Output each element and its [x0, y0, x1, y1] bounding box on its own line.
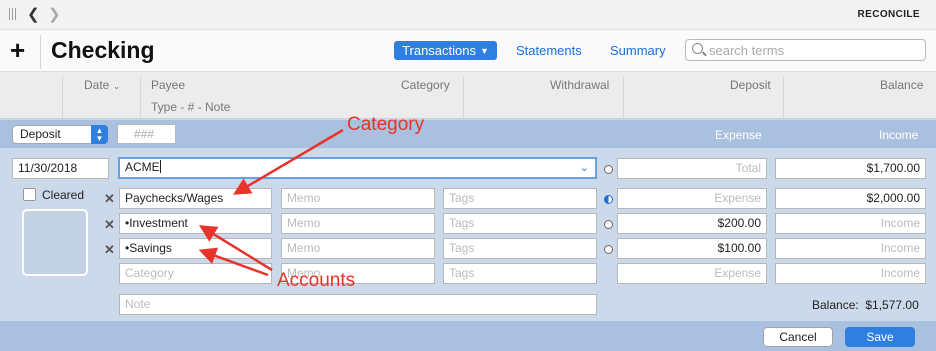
column-category[interactable]: Category	[401, 78, 450, 92]
new-split-category-field[interactable]: Category	[119, 263, 272, 284]
add-transaction-button[interactable]: +	[10, 35, 25, 65]
split-type-radio[interactable]	[604, 245, 613, 254]
tab-transactions-label: Transactions	[402, 43, 476, 58]
reconcile-button[interactable]: RECONCILE	[858, 9, 921, 20]
new-split-tags-field[interactable]: Tags	[443, 263, 597, 284]
payee-value: ACME	[125, 160, 160, 174]
note-field[interactable]: Note	[119, 294, 597, 315]
chevron-down-icon: ⌄	[112, 81, 121, 91]
column-date-label: Date	[84, 78, 110, 92]
split-expense-field[interactable]: Expense	[617, 188, 767, 209]
search-icon	[692, 43, 703, 54]
category-annotation: Category	[347, 114, 425, 135]
tab-summary[interactable]: Summary	[610, 43, 666, 58]
accounts-annotation: Accounts	[277, 270, 356, 291]
header-divider	[40, 35, 41, 69]
page-title: Checking	[51, 37, 155, 63]
split-memo-field[interactable]: Memo	[281, 238, 435, 259]
account-header: + Checking Transactions ▼ Statements Sum…	[0, 31, 936, 71]
date-field[interactable]: 11/30/2018	[12, 158, 109, 179]
cleared-label: Cleared	[42, 188, 85, 202]
text-caret	[159, 160, 161, 173]
column-divider	[62, 76, 63, 118]
chevron-down-icon: ▼	[480, 45, 489, 56]
cancel-button[interactable]: Cancel	[763, 327, 833, 347]
chevron-down-icon[interactable]: ⌄	[580, 160, 589, 177]
split-memo-field[interactable]: Memo	[281, 213, 435, 234]
split-expense-field[interactable]: $100.00	[617, 238, 767, 259]
running-balance: Balance: $1,577.00	[812, 298, 919, 312]
new-split-income-field[interactable]: Income	[775, 263, 926, 284]
back-icon[interactable]: ❮	[27, 5, 40, 23]
split-income-field[interactable]: Income	[775, 238, 926, 259]
attachment-well[interactable]	[22, 209, 88, 276]
search-box[interactable]	[685, 39, 926, 61]
column-type-num-note: Type - # - Note	[151, 100, 231, 114]
split-tags-field[interactable]: Tags	[443, 188, 597, 209]
transaction-type-select[interactable]: Deposit ▲ ▼	[12, 125, 108, 144]
tab-transactions[interactable]: Transactions ▼	[394, 41, 497, 60]
sidebar-toggle-icon[interactable]	[9, 8, 19, 20]
split-category-field[interactable]: Paychecks/Wages	[119, 188, 272, 209]
stepper-icon: ▲ ▼	[91, 125, 108, 144]
balance-label: Balance:	[812, 298, 859, 312]
column-date[interactable]: Date ⌄	[84, 78, 120, 92]
top-toolbar: ❮ ❯ RECONCILE	[0, 0, 936, 30]
new-split-expense-field[interactable]: Expense	[617, 263, 767, 284]
column-headers: Date ⌄ Payee Type - # - Note Category Wi…	[0, 71, 936, 119]
column-payee[interactable]: Payee	[151, 78, 185, 92]
payee-field[interactable]: ACME ⌄	[118, 157, 597, 179]
split-income-field[interactable]: $2,000.00	[775, 188, 926, 209]
income-column-label: Income	[879, 128, 919, 142]
remove-split-icon[interactable]: ✕	[104, 191, 115, 207]
column-divider	[140, 76, 141, 118]
split-category-field[interactable]: •Investment	[119, 213, 272, 234]
total-income-field[interactable]: $1,700.00	[775, 158, 926, 179]
column-divider	[463, 76, 464, 118]
split-tags-field[interactable]: Tags	[443, 238, 597, 259]
column-divider	[783, 76, 784, 118]
split-tags-field[interactable]: Tags	[443, 213, 597, 234]
expense-column-label: Expense	[715, 128, 762, 142]
total-expense-field[interactable]: Total	[617, 158, 767, 179]
column-balance[interactable]: Balance	[880, 78, 923, 92]
balance-value: $1,577.00	[865, 298, 919, 312]
save-button[interactable]: Save	[845, 327, 915, 347]
transaction-type-value: Deposit	[20, 127, 61, 141]
split-type-radio[interactable]	[604, 220, 613, 229]
search-input[interactable]	[709, 42, 919, 58]
column-withdrawal[interactable]: Withdrawal	[550, 78, 609, 92]
total-radio[interactable]	[604, 165, 613, 174]
split-type-radio[interactable]	[604, 195, 613, 204]
tab-statements[interactable]: Statements	[516, 43, 582, 58]
remove-split-icon[interactable]: ✕	[104, 217, 115, 233]
remove-split-icon[interactable]: ✕	[104, 242, 115, 258]
column-deposit[interactable]: Deposit	[730, 78, 771, 92]
split-income-field[interactable]: Income	[775, 213, 926, 234]
cleared-checkbox[interactable]	[23, 188, 36, 201]
split-category-field[interactable]: •Savings	[119, 238, 272, 259]
column-divider	[623, 76, 624, 118]
check-number-field[interactable]: ###	[117, 124, 176, 144]
forward-icon[interactable]: ❯	[48, 5, 61, 23]
split-expense-field[interactable]: $200.00	[617, 213, 767, 234]
split-memo-field[interactable]: Memo	[281, 188, 435, 209]
